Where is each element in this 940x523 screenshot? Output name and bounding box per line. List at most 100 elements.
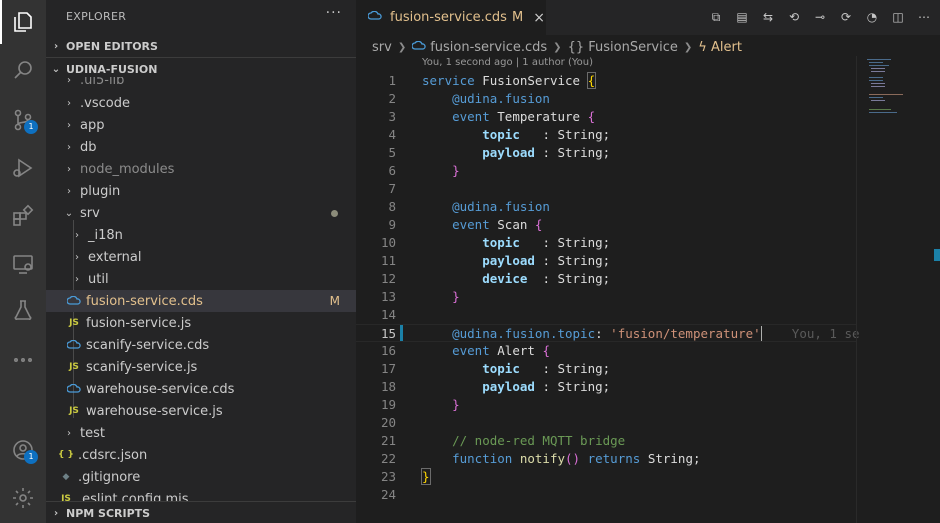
open-editors-header[interactable]: › OPEN EDITORS (46, 35, 356, 57)
tree-item-warehouse-service-js[interactable]: JS warehouse-service.js (46, 400, 356, 422)
code-line: 13 } (380, 289, 460, 304)
run-debug-icon[interactable] (0, 146, 46, 190)
tree-item-gitignore[interactable]: ◆ .gitignore (46, 466, 356, 488)
cds-file-icon (367, 10, 384, 25)
split-editor-icon[interactable]: ◫ (890, 9, 906, 25)
editor-actions: ⧉ ▤ ⇆ ⟲ ⊸ ⟳ ◔ ◫ ⋯ (708, 9, 932, 25)
code-line: 20 (380, 415, 396, 430)
tree-item-util[interactable]: › util (46, 268, 356, 290)
code-line: 3 event Temperature { (388, 109, 596, 124)
tree-item-vscode[interactable]: › .vscode (46, 92, 356, 114)
accounts-icon[interactable]: 1 (0, 428, 46, 472)
more-icon[interactable] (0, 338, 46, 382)
remote-explorer-icon[interactable] (0, 242, 46, 286)
tree-item-app[interactable]: › app (46, 114, 356, 136)
chevron-right-icon: ❯ (397, 41, 407, 53)
tree-item-plugin[interactable]: › plugin (46, 180, 356, 202)
breadcrumb: srv ❯ fusion-service.cds ❯ {} FusionServ… (372, 38, 742, 56)
tab-fusion-service-cds[interactable]: fusion-service.cds M × (356, 0, 546, 35)
code-line: 11 payload : String; (380, 253, 611, 268)
js-file-icon: JS (69, 362, 79, 372)
code-line: 8 @udina.fusion (388, 199, 550, 214)
code-line: 14 (380, 307, 396, 322)
code-editor[interactable]: 1 service FusionService { 2 @udina.fusion… (356, 72, 860, 512)
js-file-icon: JS (61, 494, 71, 501)
tree-item-scanify-service-cds[interactable]: scanify-service.cds (46, 334, 356, 356)
extensions-icon[interactable] (0, 194, 46, 238)
npm-scripts-header[interactable]: › NPM SCRIPTS (46, 502, 356, 523)
tab-bar: fusion-service.cds M × ⧉ ▤ ⇆ ⟲ ⊸ ⟳ ◔ ◫ ⋯ (356, 0, 940, 35)
chevron-right-icon: › (53, 40, 59, 52)
explorer-icon[interactable] (0, 0, 46, 44)
previous-change-icon[interactable]: ⟲ (786, 9, 802, 25)
tree-item-cdsrc-json[interactable]: { } .cdsrc.json (46, 444, 356, 466)
more-actions-icon[interactable]: ··· (326, 5, 342, 21)
tree-item-i18n[interactable]: › _i18n (46, 224, 356, 246)
source-control-icon[interactable]: 1 (0, 98, 46, 142)
project-label: UDINA-FUSION (66, 62, 158, 76)
breadcrumb-item[interactable]: srv (372, 40, 392, 55)
explorer-sidebar: EXPLORER ··· › OPEN EDITORS ⌄ UDINA-FUSI… (46, 0, 356, 523)
modified-dot-icon (331, 209, 338, 217)
tree-item-eslint-config[interactable]: JS .eslint.config.mjs (46, 488, 356, 502)
accounts-badge: 1 (24, 450, 38, 464)
js-file-icon: JS (69, 318, 79, 328)
js-file-icon: JS (69, 406, 79, 416)
cds-file-icon (411, 40, 426, 55)
tree-item-fusion-service-js[interactable]: JS fusion-service.js (46, 312, 356, 334)
cds-file-icon (66, 294, 82, 308)
code-line: 18 payload : String; (380, 379, 611, 394)
code-line: 7 (388, 181, 396, 196)
tree-item-node-modules[interactable]: › node_modules (46, 158, 356, 180)
next-change-icon[interactable]: ⟳ (838, 9, 854, 25)
open-editors-label: OPEN EDITORS (66, 39, 158, 53)
code-line: 22 function notify() returns String; (380, 451, 701, 466)
code-line: 12 device : String; (380, 271, 611, 286)
breadcrumb-item[interactable]: {} FusionService (568, 40, 678, 55)
cds-file-icon (66, 338, 82, 352)
more-actions-icon[interactable]: ⋯ (916, 9, 932, 25)
minimap[interactable] (856, 56, 940, 523)
git-file-icon: ◆ (62, 472, 70, 482)
code-line: 24 (380, 487, 396, 502)
cds-file-icon (66, 382, 82, 396)
search-icon[interactable] (0, 48, 46, 92)
code-line: 5 payload : String; (388, 145, 611, 160)
testing-icon[interactable] (0, 288, 46, 332)
codelens-blame[interactable]: You, 1 second ago | 1 author (You) (422, 57, 593, 68)
vscode-window: 1 1 EXPLORER ··· › OPEN EDITORS ⌄ UDINA-… (0, 0, 940, 523)
tab-modified-badge: M (511, 10, 524, 25)
code-line: 2 @udina.fusion (388, 91, 550, 106)
timeline-icon[interactable]: ◔ (864, 9, 880, 25)
modified-badge: M (329, 294, 340, 308)
inline-blame: You, 1 se (791, 326, 860, 341)
tree-item-external[interactable]: › external (46, 246, 356, 268)
code-line: 1 service FusionService { (388, 72, 597, 89)
scrollbar-marker[interactable] (934, 249, 940, 261)
tree-item-fusion-service-cds[interactable]: fusion-service.cds M (46, 290, 356, 312)
tree-item-db[interactable]: › db (46, 136, 356, 158)
breadcrumb-item[interactable]: ϟ Alert (698, 40, 742, 55)
code-line: 23} (380, 468, 431, 485)
sidebar-title: EXPLORER (66, 10, 127, 23)
chevron-right-icon: ❯ (683, 41, 693, 53)
code-line: 21 // node-red MQTT bridge (380, 433, 626, 448)
tree-item-test[interactable]: › test (46, 422, 356, 444)
tree-item-scanify-service-js[interactable]: JS scanify-service.js (46, 356, 356, 378)
compare-icon[interactable]: ⇆ (760, 9, 776, 25)
open-file-icon[interactable]: ▤ (734, 9, 750, 25)
settings-gear-icon[interactable] (0, 476, 46, 520)
open-changes-icon[interactable]: ⧉ (708, 9, 724, 25)
code-line-current: 15 @udina.fusion.topic: 'fusion/temperat… (356, 324, 860, 342)
close-icon[interactable]: × (533, 10, 545, 26)
scm-badge: 1 (24, 120, 38, 134)
chevron-right-icon: › (53, 507, 59, 519)
tree-item-srv[interactable]: ⌄ srv (46, 202, 356, 224)
chevron-down-icon: ⌄ (51, 63, 61, 75)
tree-item-ui5-lib[interactable]: › .ui5-lib (46, 77, 356, 91)
git-commit-icon[interactable]: ⊸ (812, 9, 828, 25)
code-line: 17 topic : String; (380, 361, 611, 376)
editor-area: fusion-service.cds M × ⧉ ▤ ⇆ ⟲ ⊸ ⟳ ◔ ◫ ⋯… (356, 0, 940, 523)
breadcrumb-item[interactable]: fusion-service.cds (430, 40, 547, 55)
tree-item-warehouse-service-cds[interactable]: warehouse-service.cds (46, 378, 356, 400)
